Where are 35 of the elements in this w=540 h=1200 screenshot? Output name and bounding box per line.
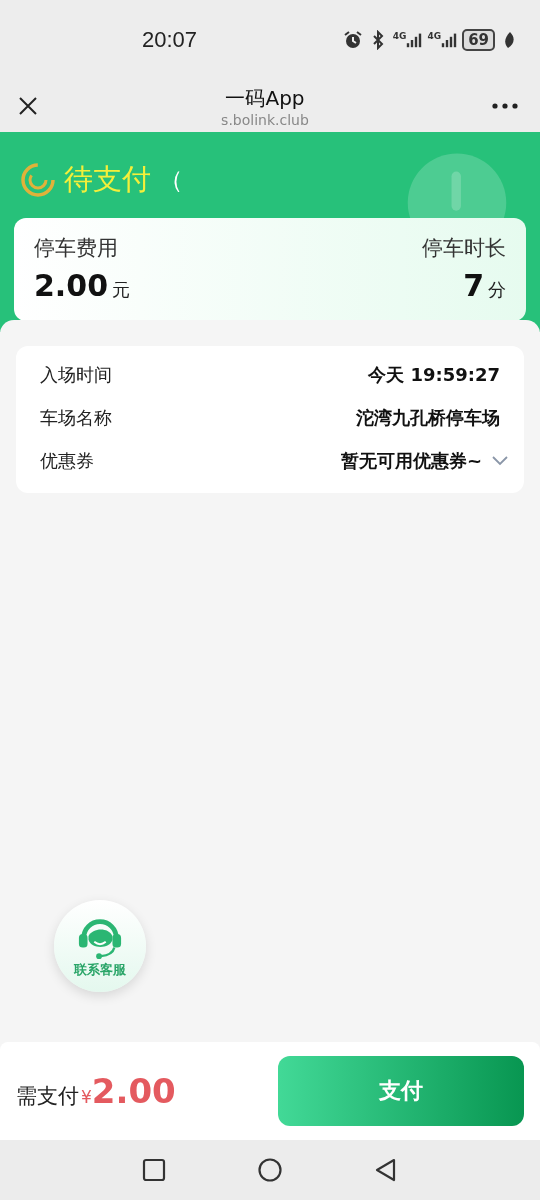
- chevron-down-icon: [492, 455, 508, 466]
- page-title: 一码App: [225, 84, 305, 112]
- amount-label: 需支付: [16, 1083, 79, 1110]
- payment-status: 待支付: [64, 161, 151, 198]
- signal-icon: [406, 31, 423, 49]
- field-label: 入场时间: [40, 362, 112, 387]
- amount-due: 2.00: [91, 1071, 176, 1111]
- support-button[interactable]: 联系客服: [54, 900, 146, 992]
- back-icon[interactable]: [374, 1158, 398, 1182]
- field-value: 今天 19:59:27: [368, 362, 500, 387]
- signal-icon: [441, 31, 458, 49]
- field-value: 沱湾九孔桥停车场: [356, 405, 500, 430]
- currency-symbol: ¥: [81, 1087, 92, 1107]
- recents-icon[interactable]: [142, 1158, 166, 1182]
- summary-label: 停车时长: [422, 235, 506, 262]
- field-label: 车场名称: [40, 405, 112, 430]
- field-label: 优惠券: [40, 448, 94, 473]
- summary-label: 停车费用: [34, 235, 119, 262]
- close-icon[interactable]: [18, 96, 38, 116]
- unit-label: 分: [488, 278, 506, 302]
- more-icon[interactable]: [492, 103, 518, 109]
- battery-level: 69: [462, 29, 495, 51]
- page-url: s.bolink.club: [221, 111, 309, 128]
- plate-paren: （: [159, 165, 183, 196]
- coupon-dropdown[interactable]: 暂无可用优惠券~: [340, 448, 508, 473]
- clock-time: 20:07: [142, 27, 198, 53]
- pay-button[interactable]: 支付: [278, 1056, 524, 1126]
- network-type: 4G: [392, 31, 407, 41]
- summary-value: 2.00: [34, 268, 109, 303]
- summary-value: 7: [463, 268, 484, 303]
- unit-label: 元: [112, 278, 131, 302]
- network-type: 4G: [427, 31, 442, 41]
- loading-icon: [20, 162, 56, 198]
- home-icon[interactable]: [258, 1158, 282, 1182]
- alarm-icon: [342, 30, 363, 50]
